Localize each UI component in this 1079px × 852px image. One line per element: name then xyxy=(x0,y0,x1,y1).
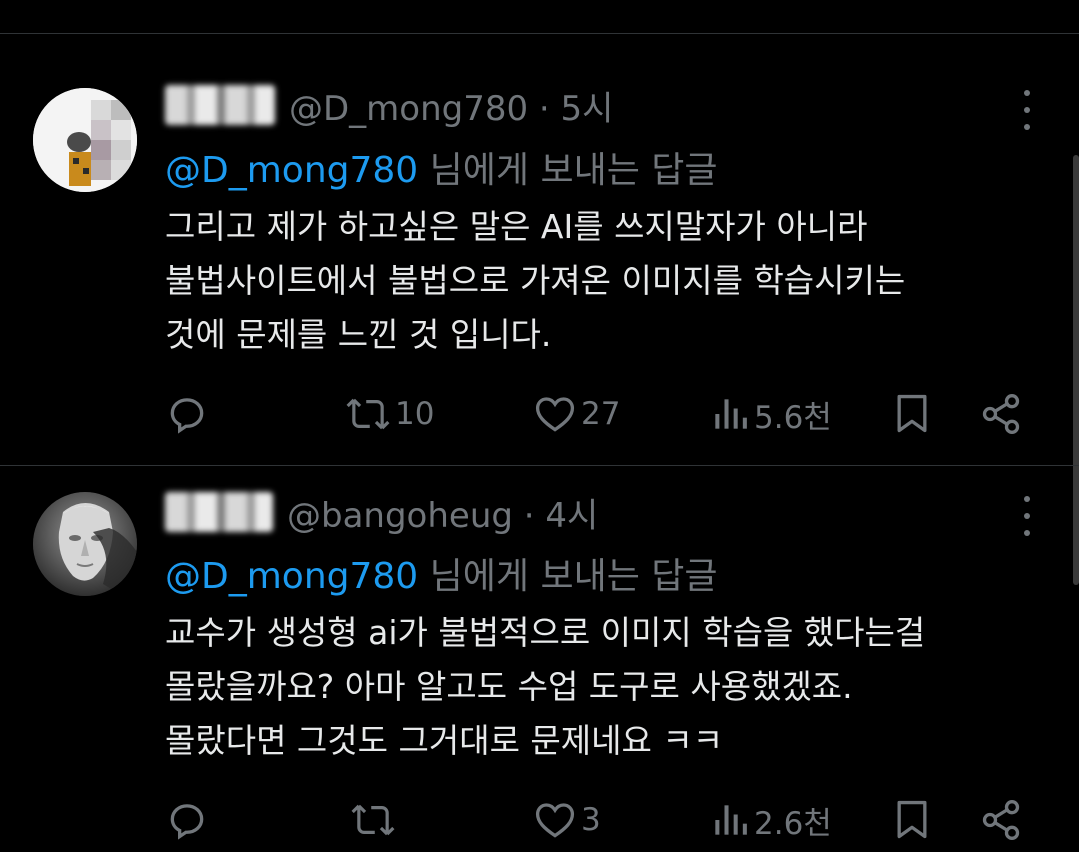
reply-button[interactable] xyxy=(165,392,209,436)
share-button[interactable] xyxy=(979,392,1023,436)
reply-to-label: 님에게 보내는 답글 xyxy=(418,150,718,191)
like-button[interactable]: 27 xyxy=(533,392,620,436)
top-divider xyxy=(0,33,1079,34)
views-count: 5.6천 xyxy=(754,399,832,436)
like-count: 3 xyxy=(581,802,601,838)
reply-button[interactable] xyxy=(165,798,209,842)
avatar[interactable] xyxy=(33,88,137,192)
tweet-actions: 10 27 5.6천 xyxy=(165,392,1035,436)
mention-link[interactable]: @D_mong780 xyxy=(165,556,418,597)
display-name-redacted[interactable] xyxy=(165,492,273,532)
views-button[interactable]: 5.6천 xyxy=(710,392,832,436)
bookmark-icon xyxy=(897,800,927,839)
reply-icon xyxy=(170,398,204,434)
tweet-header: @D_mong780 · 5시 xyxy=(165,80,613,130)
views-button[interactable]: 2.6천 xyxy=(710,798,832,842)
more-icon[interactable] xyxy=(1015,90,1039,130)
reply-to-label: 님에게 보내는 답글 xyxy=(418,556,718,597)
like-icon xyxy=(535,397,575,432)
avatar[interactable] xyxy=(33,492,137,596)
retweet-button[interactable] xyxy=(350,798,400,842)
tweet-header: @bangoheug · 4시 xyxy=(165,487,598,537)
like-icon xyxy=(535,803,575,838)
bookmark-button[interactable] xyxy=(892,798,932,842)
bookmark-icon xyxy=(897,394,927,433)
tweet-divider xyxy=(0,465,1079,466)
share-button[interactable] xyxy=(979,798,1023,842)
share-icon xyxy=(982,800,1020,840)
views-count: 2.6천 xyxy=(754,805,832,842)
reply-to: @D_mong780 님에게 보내는 답글 xyxy=(165,141,718,193)
like-count: 27 xyxy=(581,396,621,432)
views-icon xyxy=(715,399,747,429)
handle-and-time[interactable]: @D_mong780 · 5시 xyxy=(289,81,613,130)
bookmark-button[interactable] xyxy=(892,392,932,436)
mention-link[interactable]: @D_mong780 xyxy=(165,150,418,191)
avatar-image xyxy=(33,492,137,596)
share-icon xyxy=(982,394,1020,434)
tweet-text: 그리고 제가 하고싶은 말은 AI를 쓰지말자가 아니라 불법사이트에서 불법으… xyxy=(165,207,906,354)
retweet-count: 10 xyxy=(395,396,435,432)
retweet-icon xyxy=(351,804,395,836)
retweet-icon xyxy=(346,398,390,430)
avatar-image xyxy=(33,88,137,192)
views-icon xyxy=(715,805,747,835)
reply-to: @D_mong780 님에게 보내는 답글 xyxy=(165,547,718,599)
handle-and-time[interactable]: @bangoheug · 4시 xyxy=(287,488,598,537)
tweet-text: 교수가 생성형 ai가 불법적으로 이미지 학습을 했다는걸 몰랐을까요? 아마… xyxy=(165,613,926,760)
like-button[interactable]: 3 xyxy=(533,798,601,842)
scrollbar[interactable] xyxy=(1073,155,1079,585)
reply-icon xyxy=(170,804,204,840)
more-icon[interactable] xyxy=(1015,496,1039,536)
display-name-redacted[interactable] xyxy=(165,85,275,125)
retweet-button[interactable]: 10 xyxy=(345,392,434,436)
tweet-actions: 3 2.6천 xyxy=(165,798,1035,842)
